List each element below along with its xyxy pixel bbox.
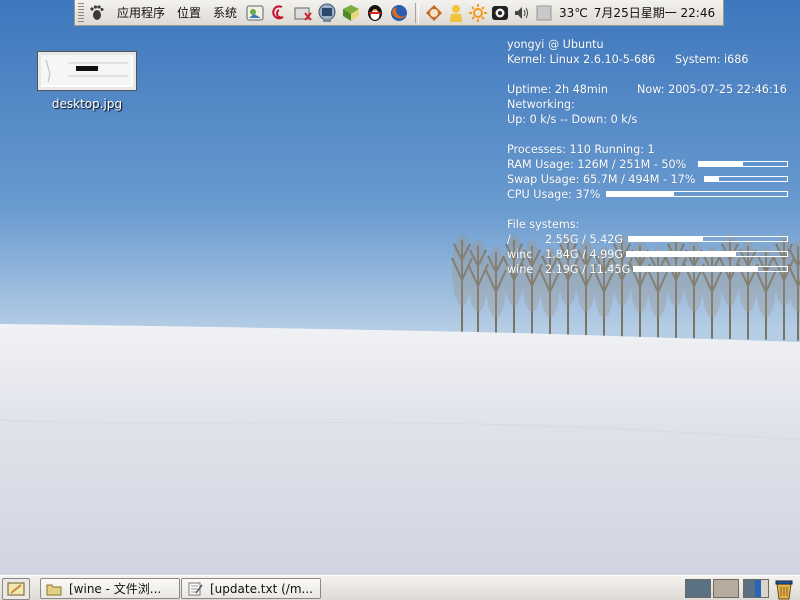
- fs-usage-fill: [629, 237, 704, 241]
- workspace-2[interactable]: [713, 579, 739, 598]
- conky-kernel-line: Kernel: Linux 2.6.10-5-686 System: i686: [507, 52, 797, 67]
- terminal-monitor-icon[interactable]: [316, 2, 338, 24]
- conky-net-speeds: Up: 0 k/s -- Down: 0 k/s: [507, 113, 638, 126]
- gnome-foot-icon[interactable]: [87, 3, 107, 23]
- cpu-usage-fill: [607, 192, 674, 196]
- volume-icon[interactable]: [512, 3, 532, 23]
- conky-processes: Processes: 110 Running: 1: [507, 143, 655, 156]
- panel-clock[interactable]: 7月25日星期一 22:46: [594, 4, 715, 21]
- fs-usage-bar: [633, 266, 788, 272]
- desktop-file-label: desktop.jpg: [51, 97, 123, 111]
- show-desktop-icon: [7, 582, 25, 596]
- fs-usage: 2.55G / 5.42G: [545, 233, 624, 246]
- fs-usage-bar: [626, 251, 788, 257]
- conky-cpu-text: CPU Usage: 37%: [507, 188, 601, 201]
- conky-uptime: Uptime: 2h 48min: [507, 83, 608, 96]
- desktop-file-icon[interactable]: desktop.jpg: [36, 51, 138, 111]
- menu-system[interactable]: 系统: [207, 4, 243, 21]
- menu-places[interactable]: 位置: [171, 4, 207, 21]
- cpu-usage-bar: [606, 191, 788, 197]
- trash-icon[interactable]: [772, 577, 796, 600]
- workspace-3[interactable]: [743, 579, 769, 598]
- webcam-icon[interactable]: [490, 3, 510, 23]
- fs-usage: 1.84G / 4.99G: [545, 248, 624, 261]
- panel-drag-handle[interactable]: [78, 2, 84, 23]
- conky-ram-line: RAM Usage: 126M / 251M - 50%: [507, 157, 797, 172]
- bottom-panel: [wine - 文件浏... [update.txt (/m...: [0, 575, 800, 600]
- fs-usage: 2.19G / 11.45G: [545, 263, 631, 276]
- conky-user-host: yongyi @ Ubuntu: [507, 38, 604, 51]
- taskbar-button-text-editor[interactable]: [update.txt (/m...: [181, 578, 321, 599]
- conky-fs-row: wine 2.19G / 11.45G: [507, 262, 797, 277]
- user-icon[interactable]: [446, 3, 466, 23]
- taskbar-label: [wine - 文件浏...: [69, 582, 162, 596]
- taskbar-label: [update.txt (/m...: [210, 581, 313, 596]
- debian-swirl-icon[interactable]: [268, 2, 290, 24]
- conky-fs-label: File systems:: [507, 218, 580, 231]
- top-panel: 应用程序 位置 系统 33℃ 7月25日星期一 22:46: [74, 0, 724, 26]
- show-desktop-button[interactable]: [2, 578, 30, 600]
- fs-usage-fill: [627, 252, 736, 256]
- fs-name: winc: [507, 248, 533, 261]
- conky-cpu-line: CPU Usage: 37%: [507, 187, 797, 202]
- weather-icon[interactable]: [534, 3, 554, 23]
- panel-separator: [415, 2, 420, 23]
- conky-monitor: yongyi @ Ubuntu Kernel: Linux 2.6.10-5-6…: [507, 37, 797, 277]
- conky-fs-row: / 2.55G / 5.42G: [507, 232, 797, 247]
- folder-icon: [45, 581, 63, 597]
- conky-system: System: i686: [675, 53, 749, 66]
- conky-ram-text: RAM Usage: 126M / 251M - 50%: [507, 158, 687, 171]
- taskbar-button-file-browser[interactable]: [wine - 文件浏...: [40, 578, 180, 599]
- conky-swap-text: Swap Usage: 65.7M / 494M - 17%: [507, 173, 696, 186]
- menu-applications[interactable]: 应用程序: [111, 4, 171, 21]
- fs-name: /: [507, 233, 511, 246]
- conky-time-line: Uptime: 2h 48min Now: 2005-07-25 22:46:1…: [507, 82, 797, 97]
- swap-usage-bar: [704, 176, 788, 182]
- qq-penguin-icon[interactable]: [364, 2, 386, 24]
- image-file-icon: [37, 51, 137, 91]
- dictionary-book-icon[interactable]: [340, 2, 362, 24]
- screenshot-tool-icon[interactable]: [292, 2, 314, 24]
- conky-fs-row: winc 1.84G / 4.99G: [507, 247, 797, 262]
- update-manager-icon[interactable]: [424, 3, 444, 23]
- firefox-icon[interactable]: [388, 2, 410, 24]
- ram-usage-fill: [699, 162, 743, 166]
- image-viewer-icon[interactable]: [244, 2, 266, 24]
- swap-usage-fill: [705, 177, 719, 181]
- ram-usage-bar: [698, 161, 788, 167]
- conky-kernel: Kernel: Linux 2.6.10-5-686: [507, 53, 656, 66]
- fs-name: wine: [507, 263, 534, 276]
- conky-swap-line: Swap Usage: 65.7M / 494M - 17%: [507, 172, 797, 187]
- fs-usage-fill: [634, 267, 758, 271]
- conky-now: Now: 2005-07-25 22:46:16: [637, 83, 787, 96]
- sun-settings-icon[interactable]: [468, 3, 488, 23]
- fs-usage-bar: [628, 236, 788, 242]
- text-editor-icon: [186, 581, 204, 597]
- weather-temperature[interactable]: 33℃: [559, 6, 588, 20]
- conky-networking-label: Networking:: [507, 98, 575, 111]
- workspace-1[interactable]: [685, 579, 711, 598]
